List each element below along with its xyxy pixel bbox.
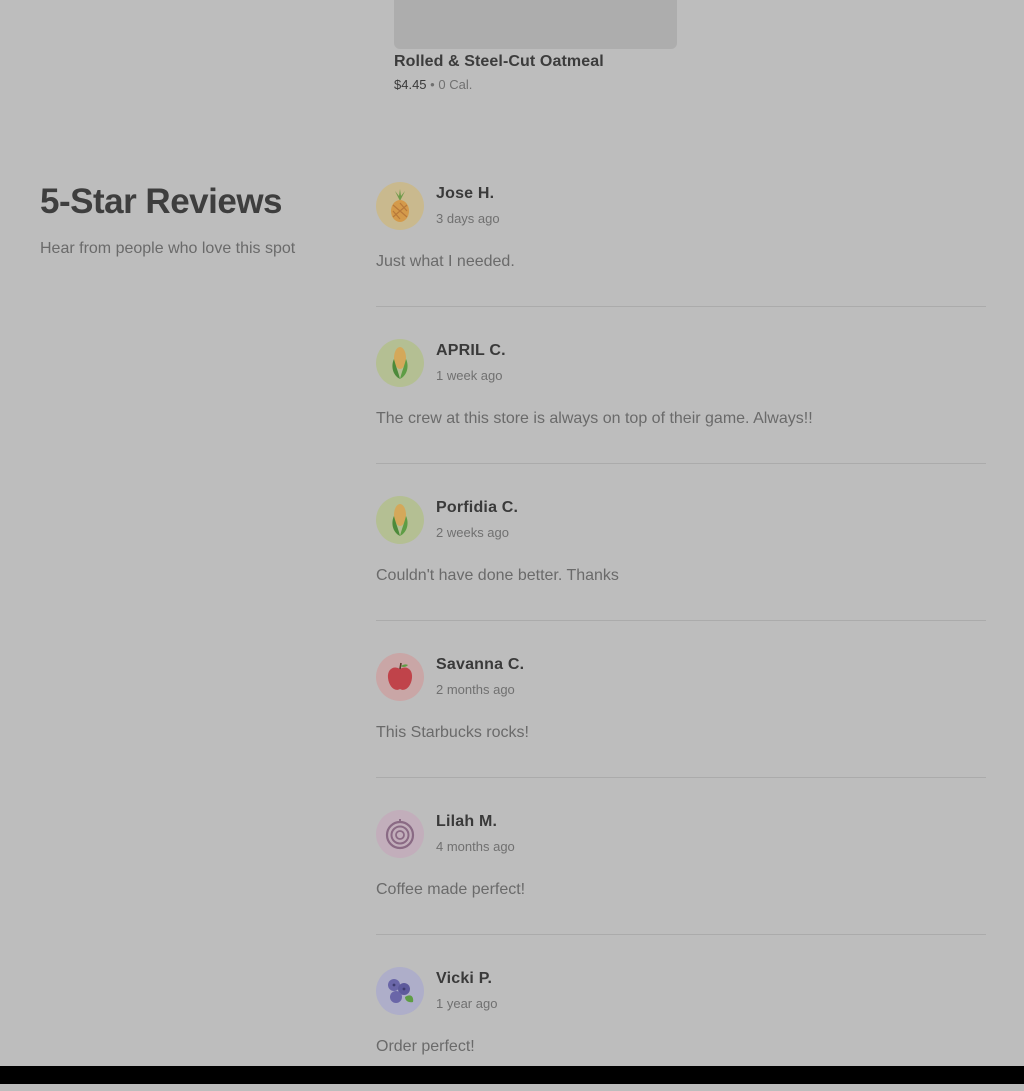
review-text: Order perfect!: [376, 1038, 475, 1055]
review-text: Just what I needed.: [376, 253, 515, 270]
avatar: [376, 653, 424, 701]
review-item: Lilah M. 4 months ago Coffee made perfec…: [376, 810, 986, 935]
review-item: Savanna C. 2 months ago This Starbucks r…: [376, 653, 986, 778]
avatar: [376, 182, 424, 230]
reviewer-name: Vicki P.: [436, 970, 493, 987]
bottom-bar: [0, 1066, 1024, 1084]
meta-separator: •: [430, 77, 435, 92]
review-time: 2 weeks ago: [436, 525, 509, 540]
review-text: This Starbucks rocks!: [376, 724, 529, 741]
corn-icon: [389, 345, 411, 381]
avatar: [376, 967, 424, 1015]
review-time: 4 months ago: [436, 839, 515, 854]
avatar: [376, 339, 424, 387]
review-item: Porfidia C. 2 weeks ago Couldn't have do…: [376, 496, 986, 621]
reviews-section-subtitle: Hear from people who love this spot: [40, 240, 296, 257]
product-calories: 0 Cal.: [438, 77, 473, 92]
review-time: 3 days ago: [436, 211, 500, 226]
corn-icon: [389, 502, 411, 538]
avatar: [376, 496, 424, 544]
product-name: Rolled & Steel-Cut Oatmeal: [394, 53, 604, 70]
reviewer-name: Jose H.: [436, 185, 495, 202]
pineapple-icon: [387, 189, 413, 223]
onion-icon: [385, 818, 415, 850]
review-time: 1 year ago: [436, 996, 498, 1011]
review-text: Couldn't have done better. Thanks: [376, 567, 619, 584]
product-image[interactable]: [394, 0, 677, 49]
review-time: 1 week ago: [436, 368, 503, 383]
product-meta: $4.45 • 0 Cal.: [394, 77, 677, 92]
reviews-section-title: 5-Star Reviews: [40, 182, 283, 221]
review-time: 2 months ago: [436, 682, 515, 697]
apple-icon: [386, 662, 414, 692]
product-price: $4.45: [394, 77, 427, 92]
review-text: Coffee made perfect!: [376, 881, 526, 898]
review-text: The crew at this store is always on top …: [376, 410, 813, 427]
avatar: [376, 810, 424, 858]
review-item: APRIL C. 1 week ago The crew at this sto…: [376, 339, 986, 464]
reviewer-name: Porfidia C.: [436, 499, 519, 516]
reviewer-name: Savanna C.: [436, 656, 525, 673]
reviewer-name: APRIL C.: [436, 342, 506, 359]
reviews-list: Jose H. 3 days ago Just what I needed. A…: [376, 182, 986, 1091]
review-item: Jose H. 3 days ago Just what I needed.: [376, 182, 986, 307]
product-card[interactable]: Rolled & Steel-Cut Oatmeal $4.45 • 0 Cal…: [394, 0, 677, 92]
reviewer-name: Lilah M.: [436, 813, 498, 830]
blueberry-icon: [385, 975, 415, 1007]
